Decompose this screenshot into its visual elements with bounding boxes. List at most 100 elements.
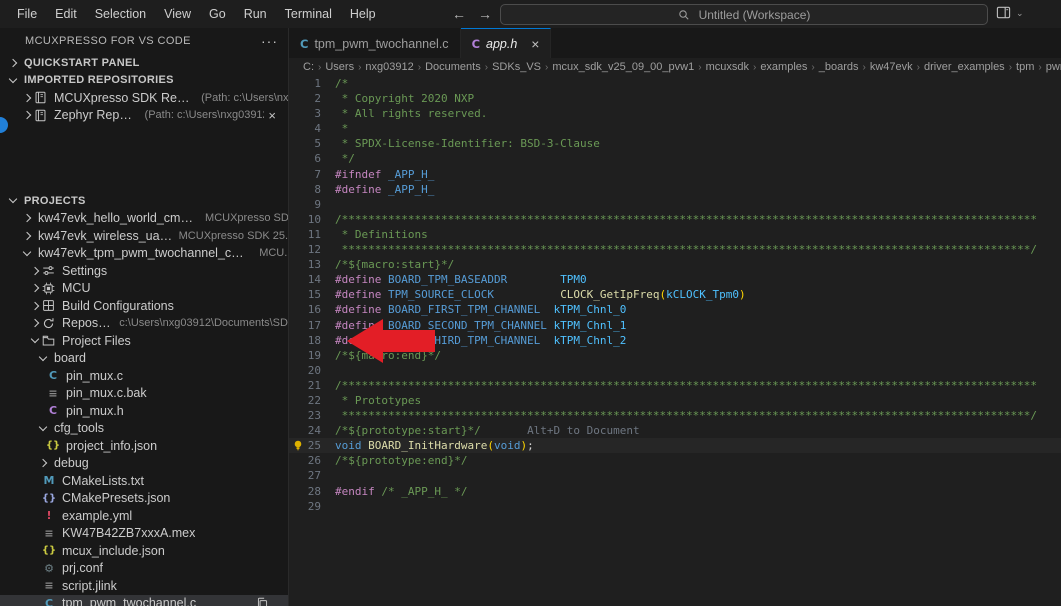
- code-line-5[interactable]: 5 * SPDX-License-Identifier: BSD-3-Claus…: [289, 136, 1061, 151]
- code-line-1[interactable]: 1/*: [289, 76, 1061, 91]
- code-line-21[interactable]: 21/*************************************…: [289, 378, 1061, 393]
- code-line-18[interactable]: 18#define BOARD_THIRD_TPM_CHANNEL kTPM_C…: [289, 333, 1061, 348]
- tree-item-prj-conf[interactable]: ⚙prj.conf: [0, 560, 288, 578]
- breadcrumb-item[interactable]: driver_examples: [924, 61, 1005, 73]
- tree-item-kw47evk-wireless-uart-bm[interactable]: kw47evk_wireless_uart_bmMCUXpresso SDK 2…: [0, 227, 288, 245]
- code-line-14[interactable]: 14#define BOARD_TPM_BASEADDR TPM0: [289, 272, 1061, 287]
- breadcrumb-item[interactable]: C:: [303, 61, 314, 73]
- chevron-right-icon: [31, 284, 39, 292]
- close-icon[interactable]: ×: [268, 109, 276, 122]
- code-text: #ifndef _APP_H_: [335, 167, 434, 182]
- breadcrumb-item[interactable]: examples: [760, 61, 807, 73]
- code-editor[interactable]: 1/*2 * Copyright 2020 NXP3 * All rights …: [289, 76, 1061, 606]
- code-line-25[interactable]: 25void BOARD_InitHardware(void);: [289, 438, 1061, 453]
- breadcrumb-separator: ›: [418, 62, 421, 73]
- breadcrumb-item[interactable]: pwm_twocha: [1046, 61, 1061, 73]
- back-arrow-icon[interactable]: ←: [452, 6, 466, 22]
- code-line-23[interactable]: 23 *************************************…: [289, 408, 1061, 423]
- tree-item-repository[interactable]: Repositoryc:\Users\nxg03912\Documents\SD…: [0, 315, 288, 333]
- breadcrumb-item[interactable]: SDKs_VS: [492, 61, 541, 73]
- tree-item-cmakepresets-json[interactable]: {}CMakePresets.json: [0, 490, 288, 508]
- code-line-7[interactable]: 7#ifndef _APP_H_: [289, 167, 1061, 182]
- code-line-20[interactable]: 20: [289, 363, 1061, 378]
- tree-item-project-info-json[interactable]: {}project_info.json: [0, 437, 288, 455]
- breadcrumb-item[interactable]: tpm: [1016, 61, 1034, 73]
- tree-item-debug[interactable]: debug: [0, 455, 288, 473]
- menu-item-run[interactable]: Run: [235, 0, 276, 28]
- code-line-29[interactable]: 29: [289, 499, 1061, 514]
- code-line-16[interactable]: 16#define BOARD_FIRST_TPM_CHANNEL kTPM_C…: [289, 302, 1061, 317]
- customize-layout-button[interactable]: ⌄: [996, 5, 1024, 20]
- code-line-12[interactable]: 12 *************************************…: [289, 242, 1061, 257]
- tree-item-kw47evk-hello-world-cm33-core0[interactable]: kw47evk_hello_world_cm33_core0MCUXpresso…: [0, 210, 288, 228]
- section-quickstart-panel[interactable]: QUICKSTART PANEL: [0, 54, 288, 72]
- tree-item-pin-mux-c-bak[interactable]: ≡pin_mux.c.bak: [0, 385, 288, 403]
- tree-item-mcu[interactable]: MCU: [0, 280, 288, 298]
- code-line-2[interactable]: 2 * Copyright 2020 NXP: [289, 91, 1061, 106]
- menu-item-help[interactable]: Help: [341, 0, 385, 28]
- code-line-10[interactable]: 10/*************************************…: [289, 212, 1061, 227]
- tree-item-mcux-include-json[interactable]: {}mcux_include.json: [0, 542, 288, 560]
- tree-item-kw47evk-tpm-pwm-twochannel-cm33-core0[interactable]: kw47evk_tpm_pwm_twochannel_cm33_core0MCU…: [0, 245, 288, 263]
- tree-item-script-jlink[interactable]: ≡script.jlink: [0, 577, 288, 595]
- menu-item-edit[interactable]: Edit: [46, 0, 86, 28]
- menu-item-terminal[interactable]: Terminal: [276, 0, 341, 28]
- code-line-8[interactable]: 8#define _APP_H_: [289, 182, 1061, 197]
- code-text: * Definitions: [335, 227, 428, 242]
- more-actions-icon[interactable]: ···: [261, 33, 278, 49]
- menu-item-file[interactable]: File: [8, 0, 46, 28]
- breadcrumb-item[interactable]: mcux_sdk_v25_09_00_pvw1: [552, 61, 694, 73]
- menu-item-go[interactable]: Go: [200, 0, 235, 28]
- breadcrumb-item[interactable]: _boards: [819, 61, 859, 73]
- tree-item-mcuxpresso-sdk-repository[interactable]: MCUXpresso SDK Repository(Path: c:\Users…: [0, 89, 288, 107]
- tab-app-h[interactable]: Capp.h×: [461, 28, 552, 58]
- close-icon[interactable]: ×: [531, 37, 539, 51]
- file-c-icon: C: [46, 404, 60, 417]
- menu-item-selection[interactable]: Selection: [86, 0, 155, 28]
- breadcrumb-item[interactable]: kw47evk: [870, 61, 913, 73]
- breadcrumb-item[interactable]: Users: [325, 61, 354, 73]
- item-label: Zephyr Repository: [54, 108, 139, 122]
- grid-icon: [42, 299, 55, 312]
- breadcrumb-separator: ›: [917, 62, 920, 73]
- forward-arrow-icon[interactable]: →: [478, 6, 492, 22]
- code-line-24[interactable]: 24/*${prototype:start}*/ Alt+D to Docume…: [289, 423, 1061, 438]
- tree-item-board[interactable]: board: [0, 350, 288, 368]
- copy-path-button[interactable]: [256, 597, 272, 606]
- tree-item-example-yml[interactable]: !example.yml: [0, 507, 288, 525]
- breadcrumb-item[interactable]: Documents: [425, 61, 481, 73]
- code-line-11[interactable]: 11 * Definitions: [289, 227, 1061, 242]
- code-line-28[interactable]: 28#endif /* _APP_H_ */: [289, 484, 1061, 499]
- item-label: QUICKSTART PANEL: [24, 57, 140, 69]
- tree-item-cfg-tools[interactable]: cfg_tools: [0, 420, 288, 438]
- tree-item-pin-mux-c[interactable]: Cpin_mux.c: [0, 367, 288, 385]
- code-line-17[interactable]: 17#define BOARD_SECOND_TPM_CHANNEL kTPM_…: [289, 318, 1061, 333]
- section-projects[interactable]: PROJECTS: [0, 192, 288, 210]
- section-imported-repositories[interactable]: IMPORTED REPOSITORIES: [0, 72, 288, 90]
- command-center-search[interactable]: Untitled (Workspace): [500, 4, 988, 25]
- code-line-4[interactable]: 4 *: [289, 121, 1061, 136]
- code-line-9[interactable]: 9: [289, 197, 1061, 212]
- code-line-27[interactable]: 27: [289, 468, 1061, 483]
- tree-item-settings[interactable]: Settings: [0, 262, 288, 280]
- tab-tpm-pwm-twochannel-c[interactable]: Ctpm_pwm_twochannel.c: [289, 28, 461, 58]
- code-line-15[interactable]: 15#define TPM_SOURCE_CLOCK CLOCK_GetIpFr…: [289, 287, 1061, 302]
- tree-item-tpm-pwm-twochannel-c[interactable]: Ctpm_pwm_twochannel.c: [0, 595, 288, 606]
- menu-item-view[interactable]: View: [155, 0, 200, 28]
- code-line-3[interactable]: 3 * All rights reserved.: [289, 106, 1061, 121]
- code-line-6[interactable]: 6 */: [289, 151, 1061, 166]
- tree-item-pin-mux-h[interactable]: Cpin_mux.h: [0, 402, 288, 420]
- code-line-13[interactable]: 13/*${macro:start}*/: [289, 257, 1061, 272]
- code-text: /*${prototype:end}*/: [335, 453, 467, 468]
- tree-item-build-configurations[interactable]: Build Configurations: [0, 297, 288, 315]
- tree-item-project-files[interactable]: Project Files: [0, 332, 288, 350]
- breadcrumb-item[interactable]: nxg03912: [365, 61, 413, 73]
- tree-item-zephyr-repository[interactable]: Zephyr Repository(Path: c:\Users\nxg0391…: [0, 107, 288, 125]
- code-line-26[interactable]: 26/*${prototype:end}*/: [289, 453, 1061, 468]
- code-line-19[interactable]: 19/*${macro:end}*/: [289, 348, 1061, 363]
- code-line-22[interactable]: 22 * Prototypes: [289, 393, 1061, 408]
- file-json-icon: {}: [42, 493, 56, 504]
- tree-item-cmakelists-txt[interactable]: MCMakeLists.txt: [0, 472, 288, 490]
- breadcrumb-item[interactable]: mcuxsdk: [706, 61, 749, 73]
- tree-item-kw47b42zb7xxxa-mex[interactable]: ≡KW47B42ZB7xxxA.mex: [0, 525, 288, 543]
